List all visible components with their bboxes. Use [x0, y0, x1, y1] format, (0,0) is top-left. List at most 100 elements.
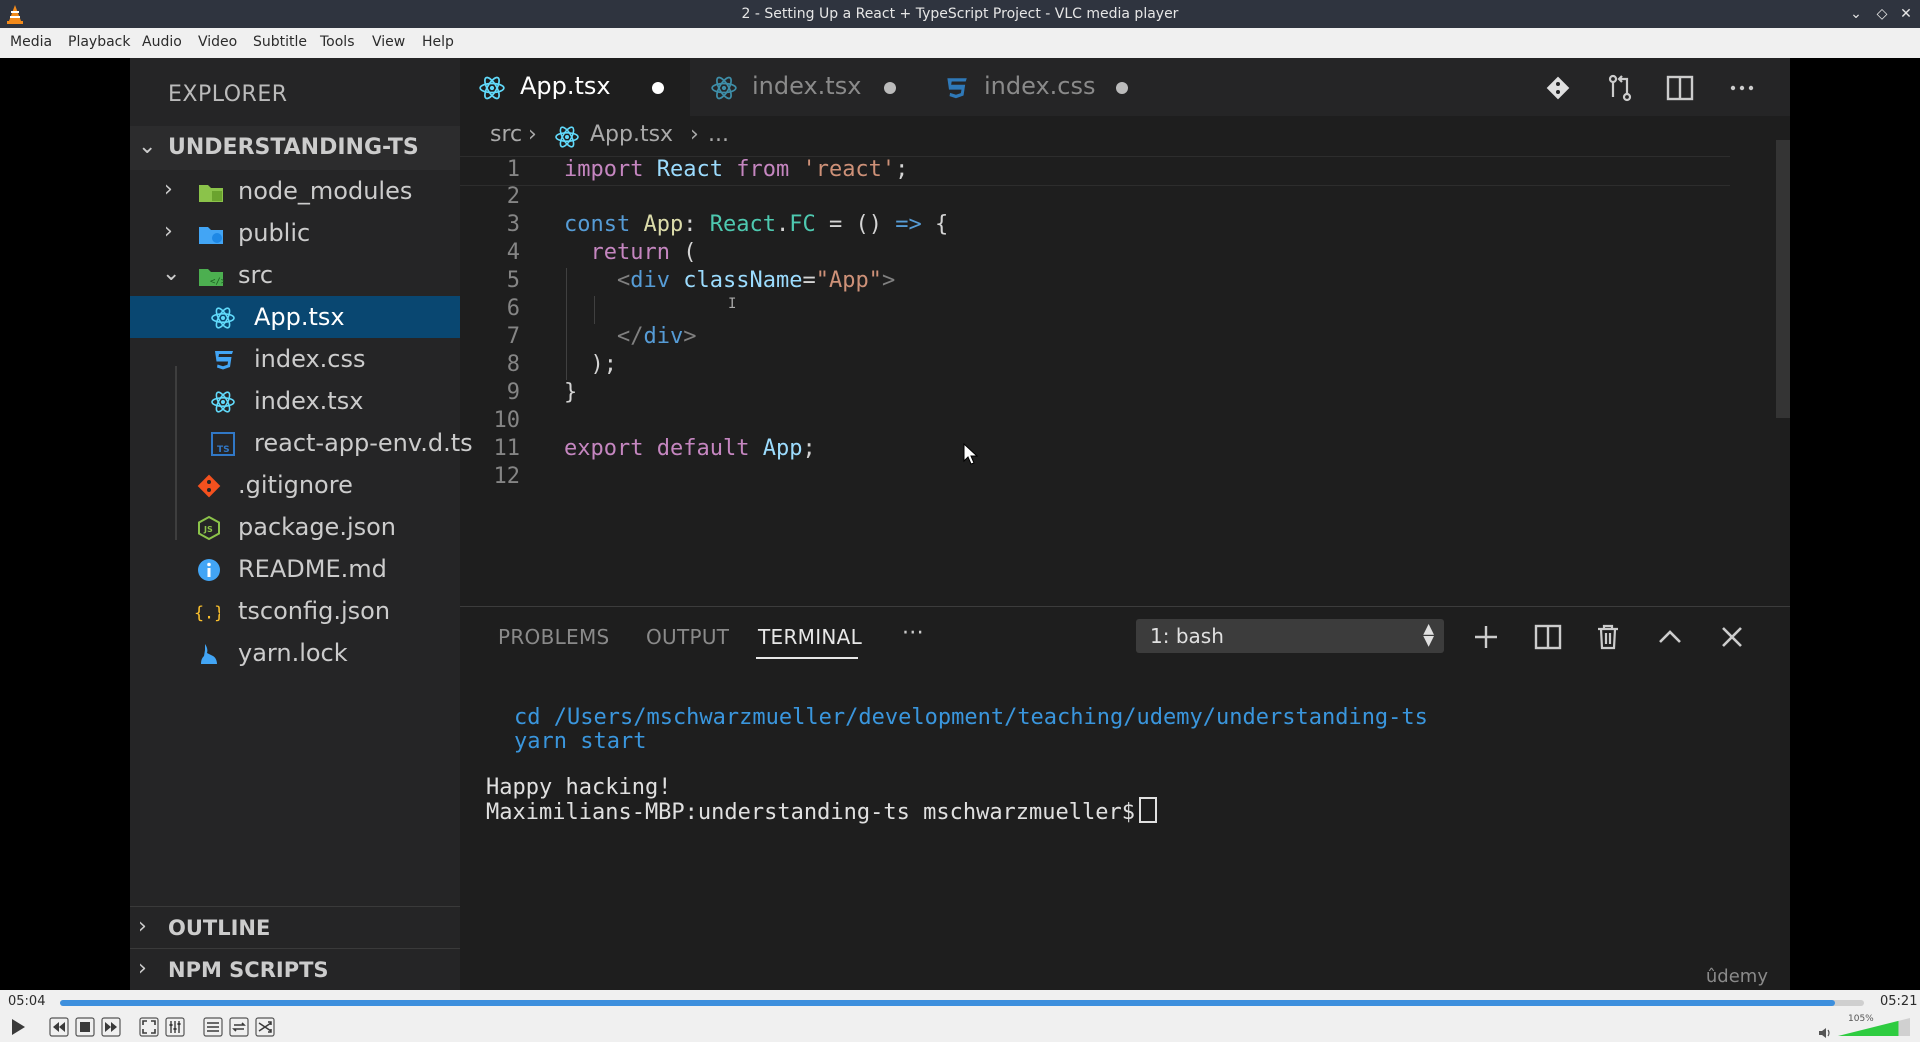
project-header[interactable]: ⌄ UNDERSTANDING-TS [130, 126, 460, 170]
play-icon[interactable] [6, 1016, 28, 1038]
info-icon [198, 559, 220, 581]
terminal-cursor [1139, 797, 1158, 823]
project-name: UNDERSTANDING-TS [168, 135, 419, 160]
code-line: 6I [460, 296, 1730, 324]
previous-icon[interactable] [48, 1016, 70, 1038]
next-icon[interactable] [100, 1016, 122, 1038]
react-icon [479, 76, 505, 100]
line-number: 9 [506, 380, 520, 405]
chevron-right-icon: › [138, 956, 147, 981]
plus-icon[interactable] [1470, 621, 1502, 653]
code-text: </div> [616, 324, 697, 349]
stop-icon[interactable] [74, 1016, 96, 1038]
terminal-select[interactable]: 1: bash ▲ ▼ [1136, 619, 1444, 653]
open-changes-icon[interactable] [1604, 72, 1636, 104]
react-icon [555, 126, 579, 148]
indent-guide [594, 296, 595, 324]
breadcrumb-folder[interactable]: src [490, 122, 522, 147]
video-area[interactable]: EXPLORER ⌄ UNDERSTANDING-TS › node_modul… [0, 58, 1920, 990]
loop-icon[interactable] [228, 1016, 250, 1038]
tree-item-tsconfig[interactable]: {.} tsconfig.json [130, 590, 460, 632]
section-outline[interactable]: › OUTLINE [130, 906, 460, 949]
tree-item-label: yarn.lock [238, 639, 348, 667]
chevron-up-icon[interactable] [1654, 621, 1686, 653]
menu-subtitle[interactable]: Subtitle [253, 34, 307, 50]
tab-app-tsx[interactable]: App.tsx [460, 58, 690, 116]
total-time: 05:21 [1880, 994, 1918, 1009]
more-actions-icon[interactable] [1726, 72, 1758, 104]
git-compare-icon[interactable] [1542, 72, 1574, 104]
close-panel-icon[interactable] [1716, 621, 1748, 653]
text-cursor-icon: I [728, 296, 737, 312]
code-line: 1 import React from 'react'; [460, 156, 1730, 186]
react-icon [711, 76, 737, 100]
menu-view[interactable]: View [372, 34, 405, 50]
tree-item-label: public [238, 219, 311, 247]
line-number: 10 [493, 408, 521, 433]
shuffle-icon[interactable] [254, 1016, 276, 1038]
tab-label: index.tsx [752, 72, 862, 100]
tree-item-react-app-env[interactable]: TS react-app-env.d.ts [130, 422, 473, 464]
line-number: 2 [506, 184, 520, 209]
chevron-right-icon: › [138, 914, 147, 939]
panel-tab-output[interactable]: OUTPUT [646, 625, 729, 649]
elapsed-time: 05:04 [8, 994, 46, 1009]
panel-more-icon[interactable]: ··· [902, 621, 924, 646]
tree-item-node-modules[interactable]: › node_modules [130, 170, 460, 212]
split-terminal-icon[interactable] [1532, 621, 1564, 653]
tree-item-gitignore[interactable]: .gitignore [130, 464, 460, 506]
section-npm-scripts[interactable]: › NPM SCRIPTS [130, 948, 460, 990]
tree-item-yarn-lock[interactable]: yarn.lock [130, 632, 460, 674]
menu-video[interactable]: Video [198, 34, 237, 50]
svg-text:</>: </> [210, 277, 224, 287]
trash-icon[interactable] [1592, 621, 1624, 653]
extended-settings-icon[interactable] [164, 1016, 186, 1038]
panel-tab-problems[interactable]: PROBLEMS [498, 625, 610, 649]
tree-item-index-css[interactable]: index.css [130, 338, 460, 380]
code-line: 10 [460, 408, 1730, 436]
tree-item-index-tsx[interactable]: index.tsx [130, 380, 460, 422]
yarn-icon [201, 644, 217, 664]
chevron-right-icon: › [164, 219, 173, 244]
breadcrumb-file[interactable]: App.tsx [590, 122, 673, 147]
code-editor[interactable]: 1 import React from 'react'; 2 3 const App… [460, 140, 1790, 600]
indent-guide [566, 268, 567, 380]
maximize-icon[interactable]: ◇ [1872, 4, 1892, 24]
split-editor-icon[interactable] [1664, 72, 1696, 104]
unsaved-dot-icon[interactable] [884, 82, 896, 94]
code-line: 8 ); [460, 352, 1730, 380]
folder-node-icon [199, 185, 223, 202]
tree-item-public[interactable]: › public [130, 212, 460, 254]
seek-bar[interactable] [60, 1000, 1864, 1006]
terminal-prompt[interactable]: Maximilians-MBP:understanding-ts mschwar… [486, 797, 1158, 825]
folder-src-icon: </> [199, 269, 224, 287]
fullscreen-icon[interactable] [138, 1016, 160, 1038]
menu-help[interactable]: Help [422, 34, 454, 50]
tree-item-package-json[interactable]: JS package.json [130, 506, 460, 548]
volume-icon[interactable] [1818, 1026, 1832, 1040]
tree-item-src[interactable]: ⌄ </> src [130, 254, 460, 296]
chevron-down-icon: ⌄ [162, 261, 181, 286]
unsaved-dot-icon[interactable] [1116, 82, 1128, 94]
close-icon[interactable]: ✕ [1896, 4, 1916, 24]
code-line: 7 </div> [460, 324, 1730, 352]
unsaved-dot-icon[interactable] [652, 82, 664, 94]
tab-index-tsx[interactable]: index.tsx [692, 58, 922, 116]
tree-item-readme[interactable]: README.md [130, 548, 460, 590]
tab-index-css[interactable]: index.css [924, 58, 1154, 116]
menu-audio[interactable]: Audio [142, 34, 182, 50]
code-text: ); [564, 352, 617, 377]
menu-media[interactable]: Media [10, 34, 52, 50]
menu-tools[interactable]: Tools [320, 34, 355, 50]
editor-scrollbar[interactable] [1776, 140, 1790, 418]
terminal-line: cd /Users/mschwarzmueller/development/te… [514, 705, 1428, 730]
menu-playback[interactable]: Playback [68, 34, 130, 50]
panel-tab-terminal[interactable]: TERMINAL [758, 625, 862, 649]
tree-item-label: index.tsx [254, 387, 364, 415]
playlist-icon[interactable] [202, 1016, 224, 1038]
line-number: 4 [506, 240, 520, 265]
line-number: 3 [506, 212, 520, 237]
tree-item-app-tsx[interactable]: App.tsx [130, 296, 460, 338]
minimize-icon[interactable]: ⌄ [1846, 4, 1866, 24]
breadcrumb-more[interactable]: ... [708, 122, 729, 147]
